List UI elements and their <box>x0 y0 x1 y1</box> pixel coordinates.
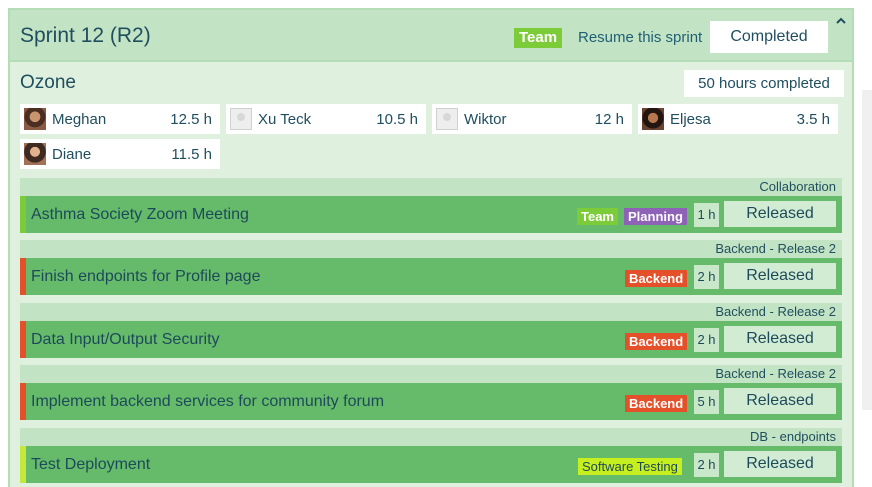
task-estimate: 2 h <box>694 265 719 289</box>
task-row[interactable]: Asthma Society Zoom Meeting Team Plannin… <box>20 196 842 233</box>
member-hours: 12 h <box>594 111 624 128</box>
task-group-label: Backend - Release 2 <box>20 365 842 383</box>
tag-backend: Backend <box>625 270 688 287</box>
task-group: Collaboration Asthma Society Zoom Meetin… <box>20 178 842 233</box>
task-row[interactable]: Test Deployment Software Testing 2 h Rel… <box>20 446 842 483</box>
released-button[interactable]: Released <box>724 326 836 352</box>
released-button[interactable]: Released <box>724 451 836 477</box>
member-card: Wiktor 12 h <box>432 104 632 134</box>
task-group-label: Backend - Release 2 <box>20 303 842 321</box>
task-group: Backend - Release 2 Finish endpoints for… <box>20 240 842 295</box>
completed-button[interactable]: Completed <box>710 21 828 53</box>
released-button[interactable]: Released <box>724 201 836 227</box>
scrollbar[interactable] <box>862 90 872 410</box>
tag-software-testing: Software Testing <box>578 458 682 475</box>
task-estimate: 2 h <box>694 453 719 477</box>
sprint-title: Sprint 12 (R2) <box>20 24 151 47</box>
member-name: Wiktor <box>464 111 507 128</box>
member-card: Xu Teck 10.5 h <box>226 104 426 134</box>
avatar <box>230 108 252 130</box>
avatar <box>24 108 46 130</box>
task-estimate: 2 h <box>694 328 719 352</box>
task-title[interactable]: Implement backend services for community… <box>31 393 384 411</box>
member-card: Diane 11.5 h <box>20 139 220 169</box>
member-hours: 10.5 h <box>376 111 418 128</box>
task-row[interactable]: Data Input/Output Security Backend 2 h R… <box>20 321 842 358</box>
task-title[interactable]: Asthma Society Zoom Meeting <box>31 206 249 224</box>
avatar <box>642 108 664 130</box>
task-group: Backend - Release 2 Implement backend se… <box>20 365 842 420</box>
tag-planning: Planning <box>624 208 687 225</box>
task-group-label: DB - endpoints <box>20 428 842 446</box>
project-name: Ozone <box>20 72 76 93</box>
member-name: Xu Teck <box>258 111 312 128</box>
member-name: Diane <box>52 146 92 163</box>
tag-team: Team <box>577 208 618 225</box>
sprint-header: Sprint 12 (R2) Team Resume this sprint C… <box>10 10 852 62</box>
team-chip: Team <box>514 28 563 48</box>
hours-completed-badge: 50 hours completed <box>684 70 844 97</box>
released-button[interactable]: Released <box>724 263 836 289</box>
member-hours: 3.5 h <box>796 111 830 128</box>
task-row[interactable]: Finish endpoints for Profile page Backen… <box>20 258 842 295</box>
released-button[interactable]: Released <box>724 388 836 414</box>
member-name: Meghan <box>52 111 107 128</box>
member-hours: 12.5 h <box>170 111 212 128</box>
task-group-label: Backend - Release 2 <box>20 240 842 258</box>
chevron-up-icon[interactable] <box>834 14 848 28</box>
member-card: Eljesa 3.5 h <box>638 104 838 134</box>
tag-backend: Backend <box>625 395 688 412</box>
tag-backend: Backend <box>625 333 688 350</box>
task-group: DB - endpoints Test Deployment Software … <box>20 428 842 483</box>
resume-sprint-link[interactable]: Resume this sprint <box>578 29 702 46</box>
task-group: Backend - Release 2 Data Input/Output Se… <box>20 303 842 358</box>
member-hours: 11.5 h <box>171 146 212 163</box>
task-title[interactable]: Data Input/Output Security <box>31 331 220 349</box>
avatar <box>24 143 46 165</box>
member-name: Eljesa <box>670 111 711 128</box>
task-title[interactable]: Test Deployment <box>31 456 150 474</box>
avatar <box>436 108 458 130</box>
member-card: Meghan 12.5 h <box>20 104 220 134</box>
task-estimate: 1 h <box>694 203 719 227</box>
task-estimate: 5 h <box>694 390 719 414</box>
task-row[interactable]: Implement backend services for community… <box>20 383 842 420</box>
task-group-label: Collaboration <box>20 178 842 196</box>
sprint-panel: Sprint 12 (R2) Team Resume this sprint C… <box>8 8 854 487</box>
task-title[interactable]: Finish endpoints for Profile page <box>31 268 260 286</box>
